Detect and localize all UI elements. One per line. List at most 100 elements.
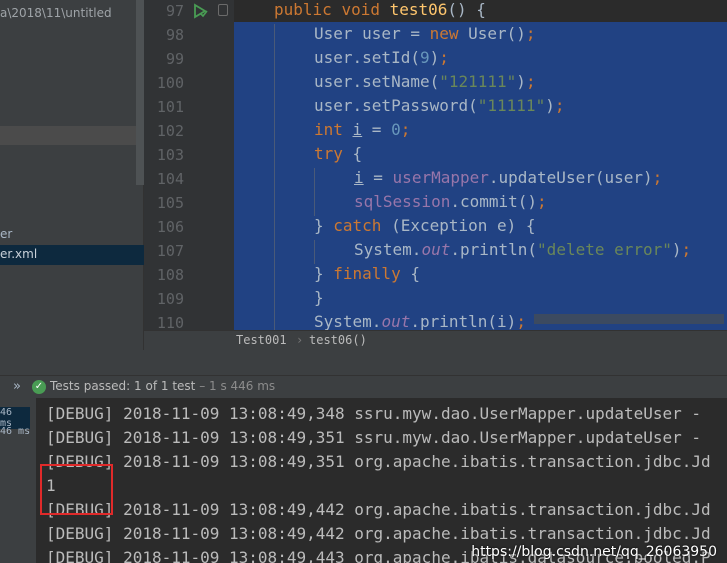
code-token: userMapper [392, 168, 489, 187]
console-line: [DEBUG] 2018-11-09 13:08:49,442 org.apac… [46, 524, 711, 543]
sidebar-item-mapper-xml[interactable]: er.xml [0, 245, 144, 265]
watermark: https://blog.csdn.net/qq_26063950 [471, 544, 717, 560]
line-number: 105 [156, 194, 184, 212]
code-token: user.setId( [314, 48, 420, 67]
line-number: 107 [156, 242, 184, 260]
highlight-box [40, 464, 113, 515]
project-sidebar: a\2018\11\untitled er er.xml [0, 0, 144, 350]
status-prefix: Tests passed: [50, 379, 135, 393]
code-token: } [314, 264, 334, 283]
code-token: test06 [389, 0, 448, 19]
sidebar-scrollbar[interactable] [136, 0, 144, 185]
breadcrumb-separator: › [296, 333, 304, 347]
code-token: { [410, 264, 420, 283]
code-line: } [314, 286, 324, 310]
code-line: i = userMapper.updateUser(user); [354, 166, 662, 190]
line-number: 98 [165, 26, 184, 44]
indent-guide [314, 168, 315, 216]
line-number: 103 [156, 146, 184, 164]
code-editor[interactable]: public void test06() {User user = new Us… [234, 0, 727, 330]
code-token: } [314, 288, 324, 307]
indent-guide [274, 24, 275, 330]
test-duration: – 1 s 446 ms [195, 379, 276, 393]
selection-highlight [234, 142, 727, 166]
code-line: int i = 0; [314, 118, 410, 142]
code-line: System.out.println(i); [314, 310, 526, 330]
indent-guide [314, 240, 315, 264]
code-token: user.setName( [314, 72, 440, 91]
editor-gutter: 97 98 99 100 101 102 103 104 105 106 107 108 109 110 [144, 0, 234, 332]
code-token: } [314, 216, 334, 235]
code-line: user.setId(9); [314, 46, 449, 70]
code-token: user.setPassword( [314, 96, 478, 115]
line-number: 100 [156, 74, 184, 92]
code-token: i [352, 120, 363, 139]
code-line: user.setName("121111"); [314, 70, 536, 94]
code-token: 9 [419, 48, 430, 67]
code-token: out [421, 240, 451, 259]
code-line: sqlSession.commit(); [354, 190, 547, 214]
code-token: ) [671, 240, 682, 259]
code-token: ; [652, 168, 663, 187]
code-token: ) [516, 72, 526, 91]
code-token: = [362, 120, 392, 139]
code-token: = [363, 168, 393, 187]
editor-horizontal-scrollbar[interactable] [534, 314, 724, 324]
code-token: ; [516, 312, 526, 330]
code-token: .println( [450, 240, 538, 259]
line-number: 99 [165, 50, 184, 68]
breadcrumb-class[interactable]: Test001 [236, 333, 287, 347]
code-token: ; [439, 48, 449, 67]
sidebar-item-mapper[interactable]: er [0, 227, 12, 241]
test-time-2[interactable]: 46 ms [0, 426, 30, 437]
expand-icon[interactable]: » [13, 379, 21, 394]
console-line: [DEBUG] 2018-11-09 13:08:49,351 ssru.myw… [46, 428, 702, 447]
code-token: public [274, 0, 342, 19]
code-token: User user = [314, 24, 430, 43]
code-token: User() [468, 24, 526, 43]
code-line: try { [314, 142, 362, 166]
selection-highlight [234, 262, 727, 286]
selection-highlight [234, 46, 727, 70]
code-token: "11111" [477, 96, 546, 115]
test-status-text: Tests passed: 1 of 1 test – 1 s 446 ms [50, 379, 275, 393]
code-token: .updateUser(user) [488, 168, 653, 187]
code-token: () { [447, 0, 486, 19]
breadcrumb-method[interactable]: test06() [309, 333, 367, 347]
run-toolbar [0, 350, 727, 376]
code-line: User user = new User(); [314, 22, 536, 46]
code-line: System.out.println("delete error"); [354, 238, 691, 262]
code-token: { [352, 144, 363, 163]
code-line: public void test06() { [274, 0, 486, 22]
selection-highlight [234, 118, 727, 142]
code-token: (Exception e) { [391, 216, 536, 235]
line-number: 108 [156, 266, 184, 284]
code-token: ; [554, 96, 565, 115]
line-number: 97 [165, 2, 184, 20]
run-test-icon[interactable] [192, 3, 208, 19]
console-line: [DEBUG] 2018-11-09 13:08:49,442 org.apac… [46, 500, 711, 519]
breadcrumb: Test001 › test06() [144, 330, 727, 350]
project-path[interactable]: a\2018\11\untitled [0, 6, 112, 20]
code-line: user.setPassword("11111"); [314, 94, 564, 118]
code-token: .println(i) [410, 312, 517, 330]
code-token: i [354, 168, 364, 187]
code-token: ; [681, 240, 692, 259]
console-line: [DEBUG] 2018-11-09 13:08:49,348 ssru.myw… [46, 404, 702, 423]
code-token: catch [333, 216, 392, 235]
test-tree: 46 ms 46 ms [0, 398, 36, 563]
code-token: "121111" [439, 72, 517, 91]
code-token: ; [525, 72, 536, 91]
code-token: try [314, 144, 353, 163]
selection-highlight [234, 286, 727, 310]
code-token: int [314, 120, 353, 139]
line-number: 106 [156, 218, 184, 236]
code-token: .commit() [450, 192, 538, 211]
line-number: 102 [156, 122, 184, 140]
code-token: 0 [391, 120, 401, 139]
code-token: "delete error" [537, 240, 672, 259]
code-token: System. [314, 312, 382, 330]
console-output[interactable]: [DEBUG] 2018-11-09 13:08:49,348 ssru.myw… [36, 398, 727, 563]
sidebar-inactive-selection [0, 126, 136, 145]
fold-icon[interactable] [218, 4, 228, 16]
